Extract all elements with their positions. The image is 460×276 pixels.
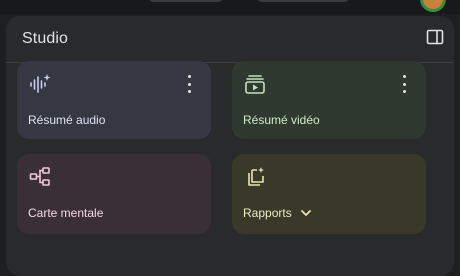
- audio-waveform-icon: [30, 74, 51, 93]
- card-label: Résumé audio: [28, 113, 106, 127]
- reports-card[interactable]: Rapports: [232, 154, 426, 234]
- chevron-down-icon: [300, 210, 311, 216]
- panel-header: Studio: [6, 16, 454, 62]
- video-overview-icon: [245, 75, 265, 94]
- panel-title: Studio: [22, 30, 68, 47]
- top-bar: [0, 0, 460, 14]
- video-overview-card[interactable]: Résumé vidéo: [232, 61, 426, 139]
- studio-panel: Studio: [6, 16, 454, 276]
- top-button[interactable]: [148, 0, 224, 2]
- mind-map-card[interactable]: Carte mentale: [17, 154, 211, 234]
- card-label: Carte mentale: [28, 206, 104, 220]
- more-options-button[interactable]: [183, 75, 195, 93]
- card-label: Rapports: [243, 206, 292, 220]
- reports-dropdown[interactable]: Rapports: [243, 206, 312, 220]
- audio-overview-card[interactable]: Résumé audio: [17, 61, 211, 139]
- reports-icon: [248, 167, 264, 186]
- collapse-panel-button[interactable]: [426, 28, 444, 46]
- mind-map-icon: [29, 167, 50, 186]
- top-button[interactable]: [256, 0, 350, 2]
- panel-toggle-icon: [426, 29, 444, 45]
- card-label: Résumé vidéo: [243, 113, 320, 127]
- avatar[interactable]: [420, 0, 446, 12]
- more-options-button[interactable]: [398, 75, 410, 93]
